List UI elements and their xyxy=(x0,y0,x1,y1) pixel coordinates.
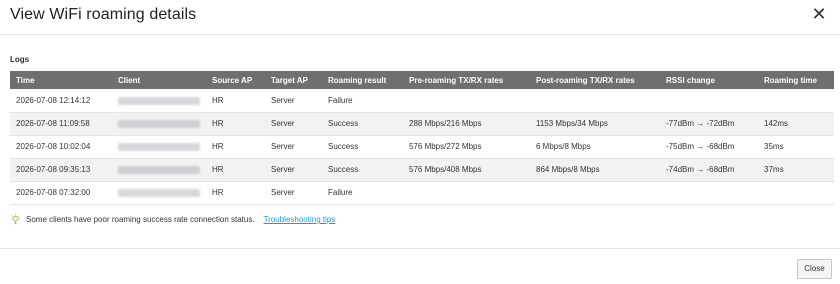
cell-rssi-change: -77dBm → -72dBm xyxy=(666,119,735,128)
cell-source-ap: HR xyxy=(212,142,224,151)
roaming-hint: Some clients have poor roaming success r… xyxy=(10,214,335,225)
cell-rssi-change xyxy=(660,89,758,112)
cell-time: 2026-07-08 11:09:58 xyxy=(16,119,90,128)
table-row: 2026-07-08 09:35:13 HR Server Success 57… xyxy=(10,158,834,181)
cell-roaming-time xyxy=(758,181,834,204)
cell-post-roaming-rates: 864 Mbps/8 Mbps xyxy=(536,165,600,174)
cell-roaming-time: 142ms xyxy=(764,119,789,128)
cell-source-ap: HR xyxy=(212,95,224,105)
lightbulb-icon xyxy=(11,214,20,225)
cell-post-roaming-rates: 1153 Mbps/34 Mbps xyxy=(536,119,608,128)
cell-target-ap: Server xyxy=(271,95,295,105)
table-row: 2026-07-08 07:32:00 HR Server Failure xyxy=(10,181,834,204)
column-header-time[interactable]: Time xyxy=(10,71,112,89)
close-button[interactable]: Close xyxy=(797,259,832,279)
cell-source-ap: HR xyxy=(212,119,224,128)
cell-roaming-result: Success xyxy=(328,119,359,128)
cell-pre-roaming-rates: 288 Mbps/216 Mbps xyxy=(409,119,482,128)
column-header-roaming-result[interactable]: Roaming result xyxy=(322,71,403,89)
cell-pre-roaming-rates: 576 Mbps/408 Mbps xyxy=(409,165,482,174)
troubleshooting-tips-link[interactable]: Troubleshooting tips xyxy=(264,215,336,224)
cell-client xyxy=(112,181,206,204)
cell-rssi-change: -75dBm → -68dBm xyxy=(666,142,735,151)
dialog-title: View WiFi roaming details xyxy=(10,6,197,23)
table-row: 2026-07-08 12:14:12 HR Server Failure xyxy=(10,89,834,112)
cell-target-ap: Server xyxy=(271,142,295,151)
cell-roaming-time: 37ms xyxy=(764,165,784,174)
cell-time: 2026-07-08 07:32:00 xyxy=(16,188,91,197)
cell-roaming-time: 35ms xyxy=(764,142,784,151)
cell-time: 2026-07-08 09:35:13 xyxy=(16,165,91,174)
cell-pre-roaming-rates xyxy=(403,181,530,204)
cell-time: 2026-07-08 12:14:12 xyxy=(16,95,91,105)
close-icon[interactable]: ✕ xyxy=(809,3,829,25)
cell-roaming-result: Failure xyxy=(328,95,353,105)
column-header-target-ap[interactable]: Target AP xyxy=(265,71,322,89)
table-row: 2026-07-08 10:02:04 HR Server Success 57… xyxy=(10,135,834,158)
cell-source-ap: HR xyxy=(212,165,224,174)
cell-pre-roaming-rates xyxy=(403,89,530,112)
column-header-post-roaming-rates[interactable]: Post-roaming TX/RX rates xyxy=(530,71,660,89)
cell-target-ap: Server xyxy=(271,119,295,128)
column-header-roaming-time[interactable]: Roaming time xyxy=(758,71,834,89)
client-redacted xyxy=(118,188,200,197)
table-row: 2026-07-08 11:09:58 HR Server Success 28… xyxy=(10,112,834,135)
cell-rssi-change: -74dBm → -68dBm xyxy=(666,165,735,174)
cell-roaming-result: Success xyxy=(328,165,359,174)
table-header-row: Time Client Source AP Target AP Roaming … xyxy=(10,71,834,89)
column-header-client[interactable]: Client xyxy=(112,71,206,89)
cell-roaming-time xyxy=(758,89,834,112)
cell-client xyxy=(112,89,206,112)
column-header-pre-roaming-rates[interactable]: Pre-roaming TX/RX rates xyxy=(403,71,530,89)
cell-client xyxy=(112,135,206,158)
cell-pre-roaming-rates: 576 Mbps/272 Mbps xyxy=(409,142,482,151)
cell-target-ap: Server xyxy=(271,188,295,197)
cell-post-roaming-rates: 6 Mbps/8 Mbps xyxy=(536,142,591,151)
footer-divider xyxy=(0,248,840,249)
column-header-rssi-change[interactable]: RSSI change xyxy=(660,71,758,89)
client-redacted xyxy=(118,96,200,105)
logs-table-container: Time Client Source AP Target AP Roaming … xyxy=(10,71,834,205)
cell-post-roaming-rates xyxy=(530,89,660,112)
client-redacted xyxy=(118,142,200,151)
cell-source-ap: HR xyxy=(212,188,224,197)
cell-post-roaming-rates xyxy=(530,181,660,204)
client-redacted xyxy=(118,165,200,174)
hint-text: Some clients have poor roaming success r… xyxy=(26,215,255,224)
logs-table: Time Client Source AP Target AP Roaming … xyxy=(10,71,834,205)
cell-target-ap: Server xyxy=(271,165,295,174)
logs-section-label: Logs xyxy=(10,55,30,64)
cell-time: 2026-07-08 10:02:04 xyxy=(16,142,91,151)
cell-client xyxy=(112,112,206,135)
cell-rssi-change xyxy=(660,181,758,204)
cell-client xyxy=(112,158,206,181)
client-redacted xyxy=(118,119,200,128)
cell-roaming-result: Failure xyxy=(328,188,353,197)
cell-roaming-result: Success xyxy=(328,142,359,151)
column-header-source-ap[interactable]: Source AP xyxy=(206,71,265,89)
dialog-header: View WiFi roaming details ✕ xyxy=(0,0,840,35)
